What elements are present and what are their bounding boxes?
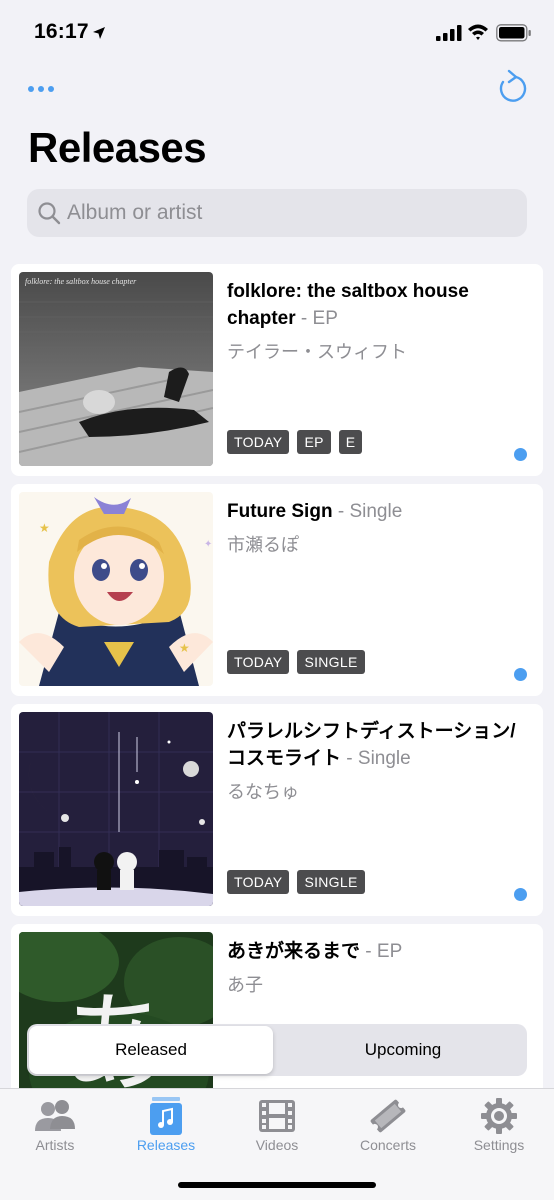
release-artist: 市瀬るぽ bbox=[227, 535, 299, 555]
battery-icon bbox=[496, 24, 531, 42]
tab-label: Concerts bbox=[359, 1137, 417, 1153]
release-info: あきが来るまで - EP あ子 bbox=[227, 938, 527, 999]
release-info: パラレルシフトディストーション/コスモライト - Single るなちゅ bbox=[227, 718, 527, 806]
tag-today: TODAY bbox=[227, 430, 290, 454]
wifi-icon bbox=[468, 24, 488, 40]
tab-videos[interactable]: Videos bbox=[222, 1097, 332, 1153]
release-type: Single bbox=[349, 501, 403, 522]
tab-settings[interactable]: Settings bbox=[444, 1097, 554, 1153]
svg-text:✦: ✦ bbox=[204, 539, 212, 550]
unread-dot bbox=[514, 668, 527, 681]
tab-label: Releases bbox=[136, 1137, 196, 1153]
people-icon bbox=[35, 1100, 75, 1131]
search-icon bbox=[38, 202, 61, 225]
search-bar[interactable] bbox=[27, 189, 527, 237]
artwork-caption: folklore: the saltbox house chapter bbox=[25, 277, 137, 286]
release-card[interactable]: パラレルシフトディストーション/コスモライト - Single るなちゅ TOD… bbox=[11, 704, 543, 916]
tag-explicit: E bbox=[338, 430, 363, 454]
music-note-icon bbox=[150, 1097, 182, 1135]
tag-type: SINGLE bbox=[297, 870, 365, 894]
album-artwork[interactable]: folklore: the saltbox house chapter bbox=[19, 272, 213, 466]
svg-text:★: ★ bbox=[179, 641, 190, 655]
release-type: Single bbox=[357, 748, 411, 769]
film-icon bbox=[259, 1100, 295, 1132]
tag-list: TODAY SINGLE bbox=[227, 870, 365, 894]
tag-today: TODAY bbox=[227, 870, 290, 894]
status-time: 16:17 bbox=[34, 20, 89, 43]
release-artist: るなちゅ bbox=[227, 782, 299, 802]
release-type: EP bbox=[376, 941, 403, 962]
tag-list: TODAY EP E bbox=[227, 430, 363, 454]
release-title: Future Sign bbox=[227, 501, 333, 522]
segment-released[interactable]: Released bbox=[29, 1026, 273, 1074]
tag-today: TODAY bbox=[227, 650, 290, 674]
ellipsis-icon bbox=[28, 86, 54, 92]
release-title: あきが来るまで bbox=[227, 941, 361, 962]
search-input[interactable] bbox=[67, 189, 517, 237]
tab-releases[interactable]: Releases bbox=[111, 1097, 221, 1153]
album-artwork[interactable] bbox=[19, 712, 213, 906]
tag-type: SINGLE bbox=[297, 650, 365, 674]
tab-label: Artists bbox=[35, 1137, 75, 1153]
release-artist: あ子 bbox=[227, 975, 263, 995]
cellular-signal-icon bbox=[436, 25, 462, 41]
release-info: Future Sign - Single 市瀬るぽ bbox=[227, 498, 527, 559]
refresh-icon bbox=[499, 69, 527, 102]
page-title: Releases bbox=[28, 124, 207, 171]
refresh-button[interactable] bbox=[494, 68, 530, 106]
tab-artists[interactable]: Artists bbox=[0, 1097, 110, 1153]
tab-label: Videos bbox=[255, 1137, 299, 1153]
gear-icon bbox=[481, 1098, 517, 1134]
released-upcoming-segmented-control[interactable]: Released Upcoming bbox=[27, 1024, 527, 1076]
unread-dot bbox=[514, 888, 527, 901]
tag-type: EP bbox=[297, 430, 331, 454]
release-type: EP bbox=[312, 308, 338, 329]
location-arrow-icon bbox=[93, 27, 105, 39]
release-artist: テイラー・スウィフト bbox=[227, 342, 407, 362]
release-title: folklore: the saltbox house chapter bbox=[227, 281, 469, 329]
more-button[interactable] bbox=[26, 78, 60, 100]
release-card[interactable]: ★ ★ ✦ Future Sign - Single 市瀬るぽ TODAY SI… bbox=[11, 484, 543, 696]
svg-text:★: ★ bbox=[39, 521, 50, 535]
tab-label: Settings bbox=[473, 1137, 525, 1153]
album-artwork[interactable]: ★ ★ ✦ bbox=[19, 492, 213, 686]
tag-list: TODAY SINGLE bbox=[227, 650, 365, 674]
release-info: folklore: the saltbox house chapter - EP… bbox=[227, 278, 527, 366]
unread-dot bbox=[514, 448, 527, 461]
segment-upcoming[interactable]: Upcoming bbox=[281, 1026, 525, 1074]
home-indicator[interactable] bbox=[178, 1182, 376, 1188]
ticket-icon bbox=[370, 1099, 406, 1133]
release-card[interactable]: folklore: the saltbox house chapter folk… bbox=[11, 264, 543, 476]
tab-concerts[interactable]: Concerts bbox=[333, 1097, 443, 1153]
status-bar: 16:17 bbox=[0, 0, 554, 66]
